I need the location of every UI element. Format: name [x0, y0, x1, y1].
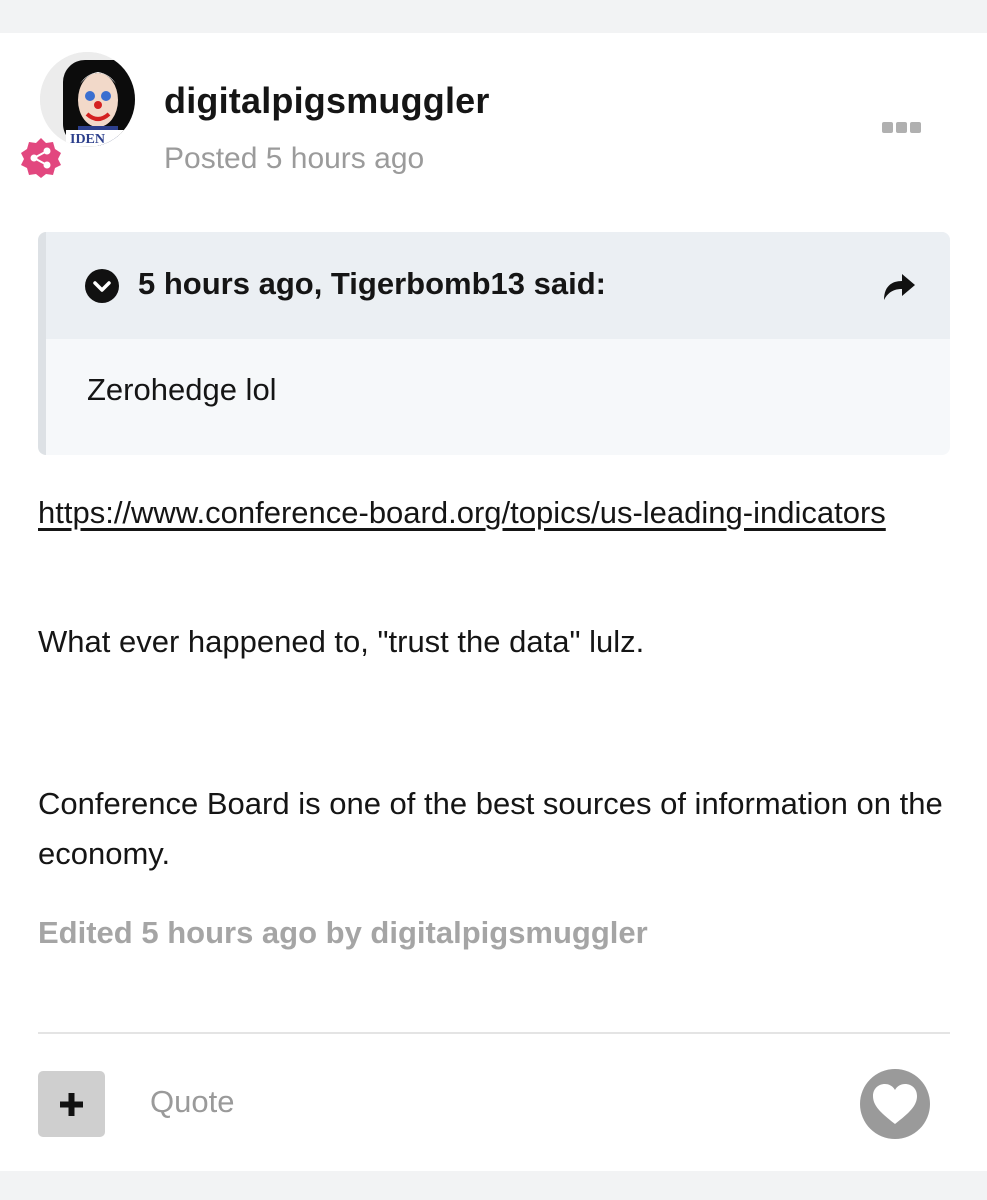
- quote-block: 5 hours ago, Tigerbomb13 said: Zerohedge…: [38, 232, 950, 455]
- avatar-group[interactable]: IDEN: [20, 52, 136, 182]
- divider: [38, 1032, 950, 1034]
- avatar[interactable]: IDEN: [40, 52, 135, 147]
- quote-text: Zerohedge lol: [87, 372, 277, 407]
- edited-note: Edited 5 hours ago by digitalpigsmuggler: [38, 915, 648, 950]
- post-paragraph: What ever happened to, "trust the data" …: [38, 624, 645, 659]
- quote-citation[interactable]: 5 hours ago, Tigerbomb13 said:: [138, 266, 606, 302]
- like-button[interactable]: [860, 1069, 930, 1139]
- forward-arrow-icon[interactable]: [880, 270, 918, 302]
- chevron-down-circle-icon[interactable]: [85, 269, 119, 303]
- author-username[interactable]: digitalpigsmuggler: [164, 80, 490, 122]
- heart-icon: [873, 1084, 917, 1124]
- avatar-text: IDEN: [70, 132, 105, 147]
- share-badge-icon: [20, 137, 62, 179]
- quote-button[interactable]: Quote: [150, 1084, 234, 1120]
- quote-header: 5 hours ago, Tigerbomb13 said:: [46, 232, 950, 339]
- more-options-icon[interactable]: [880, 118, 924, 138]
- post-link[interactable]: https://www.conference-board.org/topics/…: [38, 488, 938, 538]
- post-paragraph: Conference Board is one of the best sour…: [38, 786, 943, 871]
- add-reaction-button[interactable]: [38, 1071, 105, 1137]
- post-card: [0, 33, 987, 1171]
- plus-icon: [60, 1093, 83, 1116]
- post-timestamp: Posted 5 hours ago: [164, 142, 425, 175]
